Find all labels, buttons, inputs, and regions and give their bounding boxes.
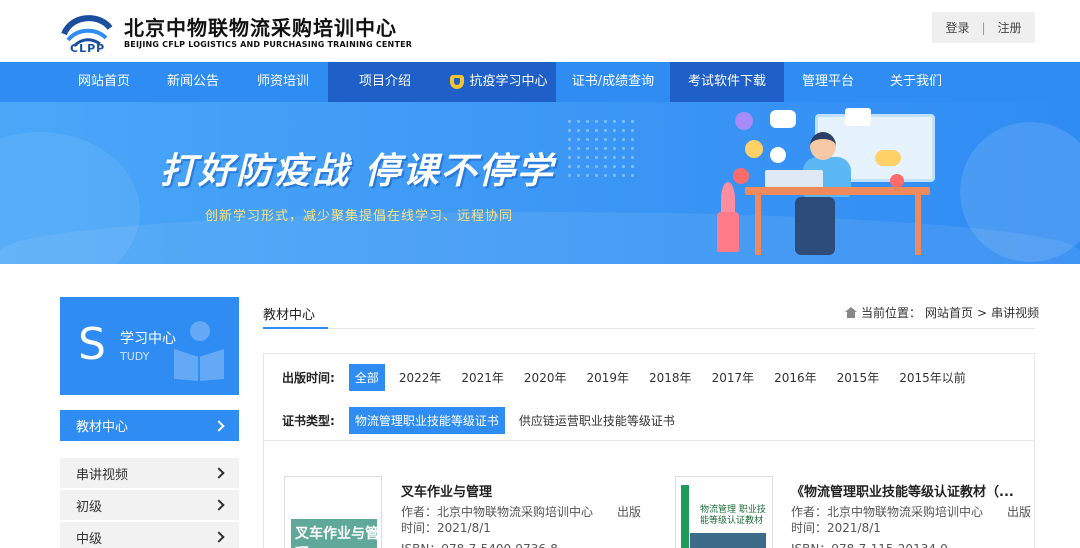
nav-epidemic-label: 抗疫学习中心: [469, 74, 548, 89]
cover-text: 物流管理 职业技能等级认证教材: [700, 505, 766, 526]
book-isbn: ISBN：978-7-115-20134-9: [791, 540, 948, 548]
filter-year-2016[interactable]: 2016年: [768, 364, 823, 391]
auth-box: 登录 | 注册: [932, 12, 1035, 43]
sidebar-item-label: 串讲视频: [76, 467, 129, 483]
filter-year-all[interactable]: 全部: [348, 364, 385, 391]
filter-year-2017[interactable]: 2017年: [706, 364, 761, 391]
nav-about[interactable]: 关于我们: [872, 62, 960, 102]
play-icon: [733, 168, 749, 184]
chat-bubble-icon: [875, 150, 901, 166]
nav-home[interactable]: 网站首页: [60, 62, 148, 102]
laptop-icon: [765, 170, 823, 188]
filter-label-year: 出版时间:: [282, 371, 335, 385]
register-link[interactable]: 注册: [992, 19, 1028, 36]
nav-management[interactable]: 管理平台: [784, 62, 872, 102]
banner-subtitle: 创新学习形式，减少聚集提倡在线学习、远程协同: [205, 209, 514, 224]
nav-certificate-query[interactable]: 证书/成绩查询: [556, 62, 670, 102]
plant-leaf: [721, 182, 735, 216]
filter-type-logistics[interactable]: 物流管理职业技能等级证书: [348, 407, 505, 434]
sidebar-item-intermediate[interactable]: 中级: [60, 522, 239, 548]
filter-year-2018[interactable]: 2018年: [643, 364, 698, 391]
study-center-card: S 学习中心 TUDY: [60, 297, 239, 395]
sidebar-item-textbook-center[interactable]: 教材中心: [60, 410, 239, 441]
heart-icon: [890, 174, 904, 188]
brand-name-en: BEIJING CFLP LOGISTICS AND PURCHASING TR…: [124, 40, 413, 49]
filter-row-year: 出版时间: 全部 2022年 2021年 2020年 2019年 2018年 2…: [282, 364, 980, 391]
tab-textbook-center[interactable]: 教材中心: [263, 304, 315, 323]
breadcrumb-prefix: 当前位置：: [861, 306, 922, 320]
filter-year-2020[interactable]: 2020年: [518, 364, 573, 391]
cloud-icon: [770, 147, 786, 163]
book-list: 叉车作业与管理 叉车作业与管理 作者：北京中物联物流采购培训中心 出版时间：20…: [263, 441, 1035, 548]
desk-leg: [915, 195, 921, 255]
filter-row-type: 证书类型: 物流管理职业技能等级证书 供应链运营职业技能等级证书: [282, 407, 689, 434]
filter-year-2022[interactable]: 2022年: [393, 364, 448, 391]
card-letter: S: [78, 319, 106, 370]
tab-divider: [263, 328, 1035, 329]
cover-text: 叉车作业与管理: [295, 526, 379, 548]
chevron-right-icon: [213, 531, 225, 543]
logo-text: CLPP: [70, 42, 106, 55]
book-meta: 作者：北京中物联物流采购培训中心 出版时间：2021/8/1: [791, 505, 1032, 535]
card-subtitle: TUDY: [120, 350, 150, 363]
chevron-right-icon: [213, 419, 225, 432]
nav-news[interactable]: 新闻公告: [148, 62, 238, 102]
card-title: 学习中心: [120, 331, 176, 347]
book-title[interactable]: 叉车作业与管理: [401, 481, 492, 500]
breadcrumb-home[interactable]: 网站首页: [925, 304, 973, 321]
reading-person-icon: [174, 321, 224, 381]
plant-pot: [717, 212, 739, 252]
hero-banner[interactable]: 打好防疫战 停课不停学 创新学习形式，减少聚集提倡在线学习、远程协同: [0, 102, 1080, 264]
brand-name-cn[interactable]: 北京中物联物流采购培训中心: [124, 12, 397, 41]
breadcrumb-current: 串讲视频: [991, 306, 1040, 320]
desk-leg: [755, 195, 761, 255]
emoji-icon: [745, 140, 763, 158]
desk: [745, 187, 930, 195]
filter-year-2015[interactable]: 2015年: [831, 364, 886, 391]
mail-icon: [845, 108, 871, 126]
auth-separator: |: [981, 20, 986, 35]
book-meta: 作者：北京中物联物流采购培训中心 出版时间：2021/8/1: [401, 505, 642, 535]
book-cover[interactable]: 叉车作业与管理: [284, 476, 382, 548]
banner-dots: [565, 117, 635, 177]
login-link[interactable]: 登录: [939, 19, 975, 36]
nav-projects[interactable]: 项目介绍: [328, 62, 442, 102]
main-nav: 网站首页 新闻公告 师资培训 项目介绍 抗疫学习中心 证书/成绩查询 考试软件下…: [0, 62, 1080, 102]
message-icon: [770, 110, 796, 128]
person-head: [810, 132, 836, 160]
filter-year-before-2015[interactable]: 2015年以前: [893, 364, 972, 391]
sidebar-item-label: 中级: [76, 531, 103, 547]
nav-epidemic-learning[interactable]: 抗疫学习中心: [442, 62, 556, 102]
chat-bubble-icon: [735, 112, 753, 130]
sidebar-item-junior[interactable]: 初级: [60, 490, 239, 520]
filter-label-type: 证书类型:: [282, 414, 335, 428]
book-isbn: ISBN：978-7-5400-9736-8: [401, 540, 558, 548]
nav-teacher-training[interactable]: 师资培训: [238, 62, 328, 102]
chevron-right-icon: [213, 499, 225, 511]
site-header: CLPP 北京中物联物流采购培训中心 BEIJING CFLP LOGISTIC…: [0, 0, 1080, 62]
book-title[interactable]: 《物流管理职业技能等级认证教材（...: [791, 481, 1014, 500]
banner-title: 打好防疫战 停课不停学: [160, 151, 555, 192]
book-cover[interactable]: 物流管理 职业技能等级认证教材: [675, 476, 773, 548]
nav-exam-software[interactable]: 考试软件下载: [670, 62, 784, 102]
breadcrumb: 当前位置： 网站首页 > 串讲视频: [845, 304, 1043, 321]
sidebar-item-lecture-videos[interactable]: 串讲视频: [60, 458, 239, 488]
tab-active-indicator: [263, 327, 328, 329]
sidebar-item-label: 教材中心: [76, 420, 129, 435]
breadcrumb-arrow: >: [977, 305, 988, 320]
cover-photo: [690, 533, 766, 548]
person-legs: [795, 197, 835, 255]
shield-icon: [450, 75, 465, 89]
filter-panel: 出版时间: 全部 2022年 2021年 2020年 2019年 2018年 2…: [263, 353, 1035, 441]
filter-year-2019[interactable]: 2019年: [580, 364, 635, 391]
home-icon: [845, 307, 857, 318]
chevron-right-icon: [213, 467, 225, 479]
sidebar-item-label: 初级: [76, 499, 103, 515]
filter-type-supply-chain[interactable]: 供应链运营职业技能等级证书: [513, 407, 681, 434]
online-learning-illustration: [715, 102, 955, 264]
filter-year-2021[interactable]: 2021年: [455, 364, 510, 391]
